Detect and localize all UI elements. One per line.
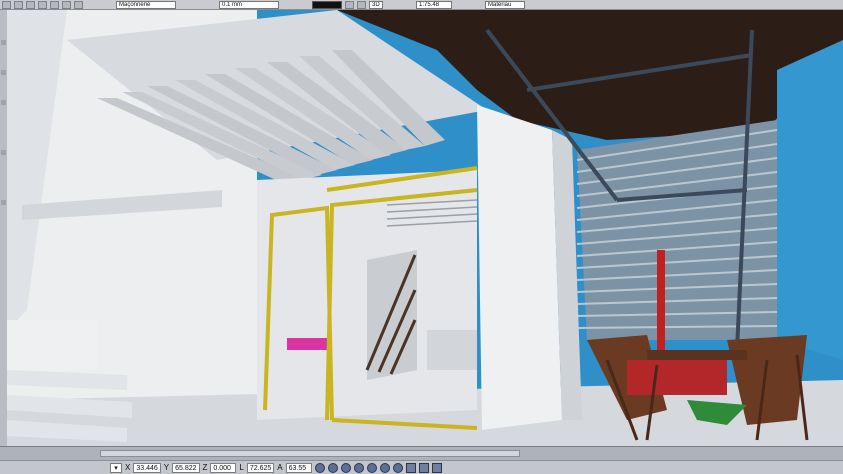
new-file-icon[interactable] — [2, 0, 11, 9]
3d-scene — [7, 10, 843, 446]
view-section-icon[interactable] — [431, 462, 442, 473]
scale-value: 1:75.48 — [419, 1, 440, 8]
angle-field[interactable]: 63.55 — [285, 462, 312, 473]
back-icon[interactable] — [379, 462, 390, 473]
layer-select-value: Maçonnerie — [119, 1, 151, 8]
zoom-icon[interactable] — [314, 462, 325, 473]
z-coord-label: Z — [202, 463, 208, 472]
z-coord-field[interactable]: 0.000 — [210, 462, 237, 473]
undo-icon[interactable] — [62, 0, 71, 9]
window-tool-icon[interactable] — [1, 200, 6, 205]
status-bar: ▾ X 33.446 Y 65.822 Z 0.000 L 72.625 A 6… — [0, 460, 843, 474]
orbit-icon[interactable] — [366, 462, 377, 473]
angle-label: A — [277, 463, 283, 472]
y-coord-field[interactable]: 65.822 — [172, 462, 200, 473]
horizontal-scrollbar[interactable] — [0, 446, 843, 461]
print-icon[interactable] — [38, 0, 47, 9]
length-label: L — [239, 463, 244, 472]
wall-tool-icon[interactable] — [1, 70, 6, 75]
x-coord-field[interactable]: 33.446 — [133, 462, 161, 473]
render-icon[interactable] — [345, 0, 354, 9]
line-tool-icon[interactable] — [1, 100, 6, 105]
scale-select[interactable]: 1:75.48 — [416, 0, 452, 9]
x-coord-label: X — [125, 463, 131, 472]
view-3d-icon[interactable] — [405, 462, 416, 473]
select-tool-icon[interactable] — [1, 40, 6, 45]
chevron-down-icon[interactable]: ▾ — [110, 462, 122, 473]
sky-right — [777, 40, 843, 360]
cad-application: Maçonnerie 0.1 mm 3D 1:75.48 Matériau ▾ … — [0, 0, 843, 474]
forward-icon[interactable] — [392, 462, 403, 473]
mode-select[interactable]: Matériau — [485, 0, 525, 9]
cut-icon[interactable] — [50, 0, 59, 9]
color-swatch[interactable] — [312, 0, 342, 9]
open-file-icon[interactable] — [14, 0, 23, 9]
magenta-object — [287, 338, 327, 350]
3d-viewport[interactable] — [7, 10, 843, 446]
view-mode-label: 3D — [372, 1, 380, 8]
length-field[interactable]: 72.625 — [246, 462, 275, 473]
top-toolbar: Maçonnerie 0.1 mm 3D 1:75.48 Matériau — [0, 0, 843, 10]
view-icon[interactable] — [357, 0, 366, 9]
layer-select[interactable]: Maçonnerie — [116, 0, 176, 9]
line-width-select[interactable]: 0.1 mm — [219, 0, 279, 9]
center-column — [477, 105, 562, 430]
zoom-prev-icon[interactable] — [340, 462, 351, 473]
y-coord-label: Y — [163, 463, 170, 472]
kitchen-counter — [427, 330, 477, 370]
view-plan-icon[interactable] — [418, 462, 429, 473]
save-icon[interactable] — [26, 0, 35, 9]
zoom-window-icon[interactable] — [327, 462, 338, 473]
pan-icon[interactable] — [353, 462, 364, 473]
door-tool-icon[interactable] — [1, 150, 6, 155]
scrollbar-thumb[interactable] — [100, 450, 520, 457]
mode-label: Matériau — [488, 1, 512, 8]
line-width-value: 0.1 mm — [222, 1, 243, 8]
help-icon[interactable] — [74, 0, 83, 9]
staircase — [365, 250, 417, 380]
view-mode-button[interactable]: 3D — [369, 0, 383, 9]
